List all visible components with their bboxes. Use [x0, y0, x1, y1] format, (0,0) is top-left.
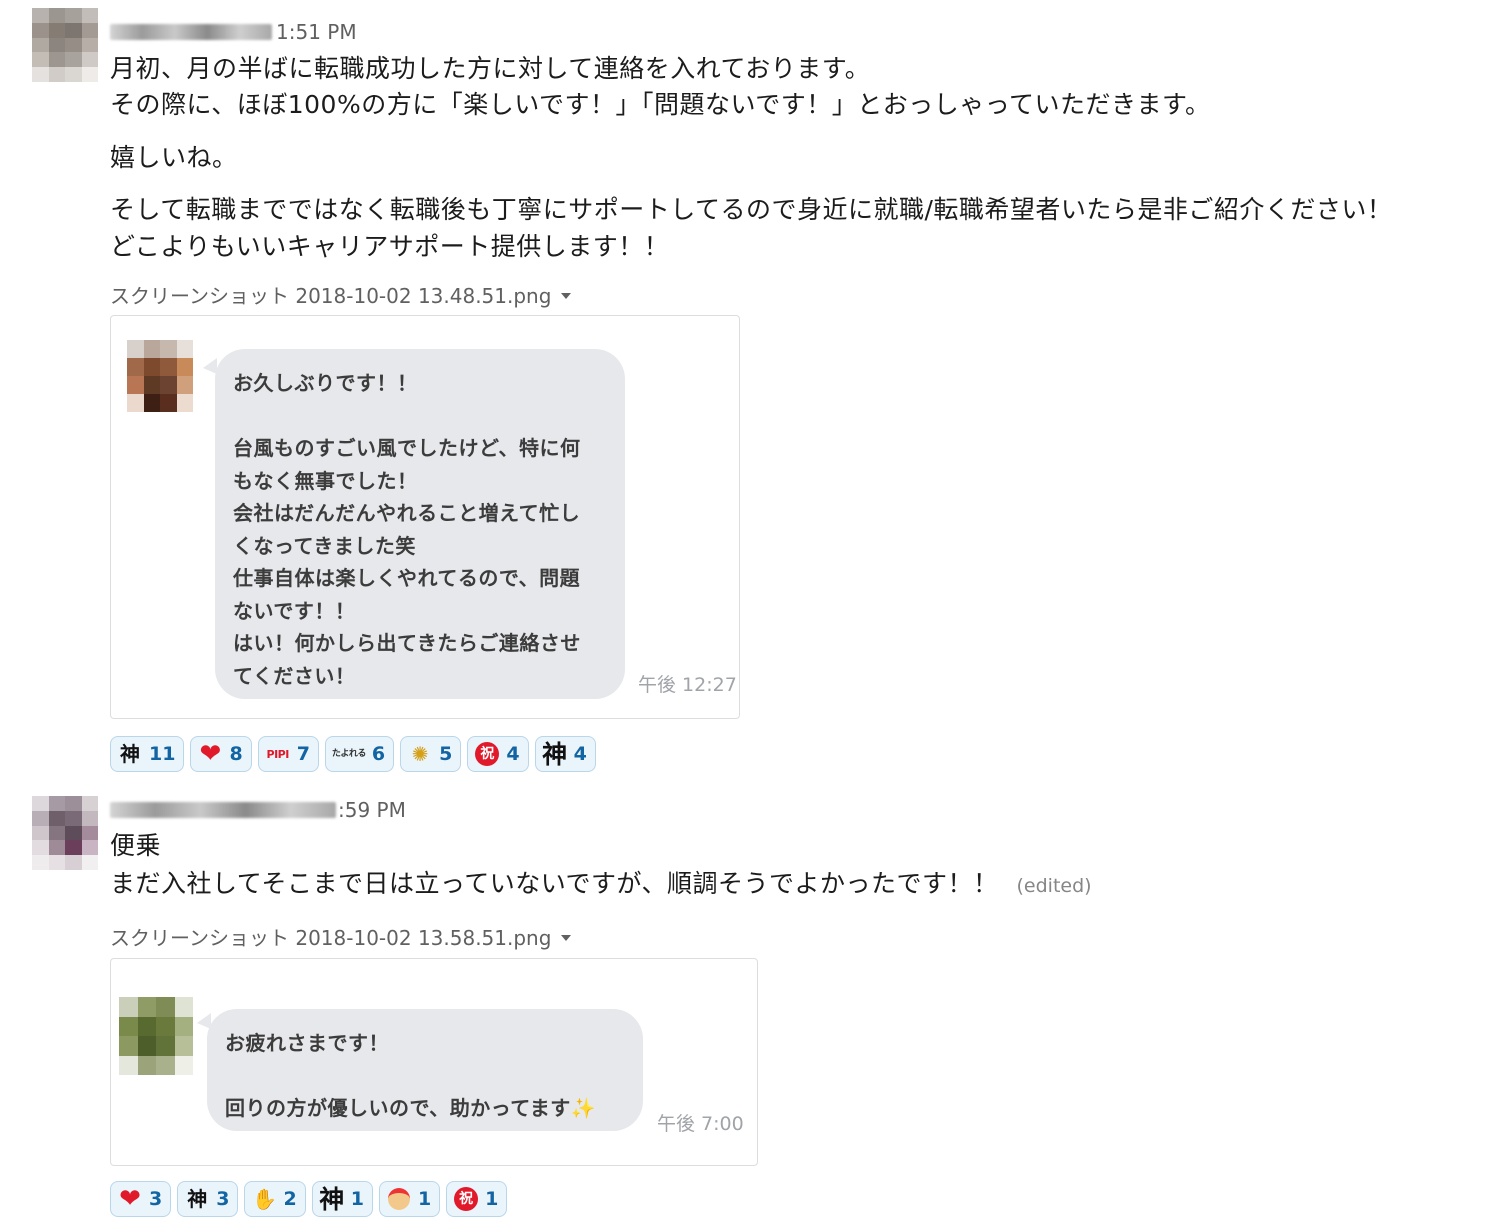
reaction-tayoreru[interactable]: たよれる 6	[324, 736, 395, 772]
heart-icon: ❤	[117, 1186, 143, 1212]
bubble-text-line: お久しぶりです！！	[233, 371, 418, 395]
message: :59 PM 便乗 まだ入社してそこまで日は立っていないですが、順調そうでよかっ…	[0, 790, 1492, 1226]
bubble-timestamp: 午後 12:27	[638, 674, 737, 696]
message-header: :59 PM	[110, 797, 406, 823]
reaction-count: 1	[417, 1188, 432, 1210]
sender-name[interactable]	[110, 802, 336, 818]
icon-glyph: ✋	[252, 1187, 277, 1211]
kami-text-icon: 神	[117, 741, 143, 767]
message-text-line: どこよりもいいキャリアサポート提供します！！	[110, 232, 670, 261]
reaction-pipi[interactable]: PIPI 7	[257, 736, 319, 772]
reaction-iwai[interactable]: 祝 1	[446, 1181, 508, 1217]
reaction-iwai[interactable]: 祝 4	[467, 736, 529, 772]
icon-glyph: 神	[542, 739, 568, 769]
heart-icon: ❤	[197, 741, 223, 767]
bubble-text-line: 回りの方が優しいので、助かってます✨	[225, 1096, 597, 1120]
reaction-count: 1	[485, 1188, 499, 1210]
avatar[interactable]	[32, 796, 98, 870]
avatar	[119, 997, 193, 1075]
chevron-down-icon[interactable]	[561, 934, 572, 941]
icon-glyph: たよれる	[331, 748, 367, 759]
reaction-heart[interactable]: ❤ 8	[190, 736, 252, 772]
reaction-count: 4	[573, 743, 587, 765]
kami-big-icon: 神	[319, 1186, 345, 1212]
reaction-santa[interactable]: 1	[378, 1181, 441, 1217]
reaction-count: 3	[149, 1188, 163, 1210]
reaction-kami-big[interactable]: 神 1	[311, 1181, 373, 1217]
reactions-bar: 神 11 ❤ 8 PIPI 7 たよれる 6 ✺ 5 祝 4 神 4	[110, 736, 596, 772]
icon-glyph: PIPI	[266, 747, 290, 761]
file-name[interactable]: スクリーンショット 2018-10-02 13.48.51.png	[110, 280, 551, 309]
reaction-count: 3	[216, 1188, 230, 1210]
bubble-text-line: くなってきました笑	[233, 534, 416, 558]
message-text-line: 嬉しいね。	[110, 143, 238, 172]
party-popper-icon: ✺	[407, 741, 433, 767]
bubble-text-line: てください！	[233, 664, 356, 688]
chat-bubble: お久しぶりです！！ 台風ものすごい風でしたけど、特に何 もなく無事でした！ 会社…	[215, 349, 625, 699]
reaction-count: 6	[371, 743, 386, 765]
reaction-count: 7	[296, 743, 310, 765]
reaction-party[interactable]: ✺ 5	[400, 736, 462, 772]
edited-label: (edited)	[1016, 875, 1092, 897]
avatar	[127, 340, 193, 412]
file-name[interactable]: スクリーンショット 2018-10-02 13.58.51.png	[110, 922, 551, 951]
icon-glyph: ❤	[119, 1184, 141, 1214]
kami-big-icon: 神	[542, 741, 568, 767]
reaction-count: 8	[229, 743, 243, 765]
reaction-count: 2	[283, 1188, 297, 1210]
reaction-count: 11	[149, 743, 176, 765]
icon-glyph: ❤	[199, 739, 222, 769]
message-text-line: その際に、ほぼ100%の方に「楽しいです！」「問題ないです！」とおっしゃっていた…	[110, 90, 1211, 119]
message-text-line: まだ入社してそこまで日は立っていないですが、順調そうでよかったです！！ (edit…	[110, 866, 1092, 904]
icon-glyph: 神	[187, 1187, 208, 1211]
bubble-text-line: 台風ものすごい風でしたけど、特に何	[233, 436, 581, 460]
icon-glyph: ✺	[411, 742, 429, 766]
reaction-clap[interactable]: ✋ 2	[244, 1181, 306, 1217]
reaction-kami[interactable]: 神 3	[177, 1181, 239, 1217]
icon-glyph: 神	[319, 1184, 345, 1214]
reaction-count: 1	[350, 1188, 364, 1210]
message: 1:51 PM 月初、月の半ばに転職成功した方に対して連絡を入れております。 そ…	[0, 0, 1492, 790]
clapping-hands-icon: ✋	[251, 1186, 277, 1212]
icon-glyph: 神	[120, 742, 140, 766]
bubble-text-line: 会社はだんだんやれること増えて忙し	[233, 501, 581, 525]
message-text-line: そして転職までではなく転職後も丁寧にサポートしてるので身近に就職/転職希望者いた…	[110, 195, 1393, 224]
message-timestamp[interactable]: :59 PM	[338, 798, 406, 822]
iwai-badge-icon: 祝	[453, 1186, 479, 1212]
icon-glyph: 祝	[475, 742, 500, 766]
bubble-text-line: ないです！！	[233, 599, 356, 623]
image-preview[interactable]: お疲れさまです！ 回りの方が優しいので、助かってます✨ 午後 7:00	[110, 958, 758, 1166]
reaction-count: 5	[439, 743, 453, 765]
message-text-line: 便乗	[110, 831, 162, 860]
image-preview[interactable]: お久しぶりです！！ 台風ものすごい風でしたけど、特に何 もなく無事でした！ 会社…	[110, 315, 740, 719]
chevron-down-icon[interactable]	[561, 292, 572, 299]
pipi-stamp-icon: PIPI	[265, 741, 291, 767]
reaction-kami[interactable]: 神 11	[110, 736, 185, 772]
file-attachment-label[interactable]: スクリーンショット 2018-10-02 13.58.51.png	[110, 922, 572, 951]
bubble-text-line: お疲れさまです！	[225, 1031, 389, 1055]
file-attachment-label[interactable]: スクリーンショット 2018-10-02 13.48.51.png	[110, 280, 572, 309]
message-timestamp[interactable]: 1:51 PM	[276, 20, 357, 44]
bubble-text-line: はい！何かしら出てきたらご連絡させ	[233, 631, 581, 655]
message-text-line: 月初、月の半ばに転職成功した方に対して連絡を入れております。	[110, 54, 871, 83]
reaction-kami-big[interactable]: 神 4	[534, 736, 596, 772]
sender-name[interactable]	[110, 24, 272, 40]
bubble-text-line: 仕事自体は楽しくやれてるので、問題	[233, 566, 581, 590]
message-header: 1:51 PM	[110, 19, 357, 45]
icon-glyph	[387, 1188, 410, 1210]
kami-text-icon: 神	[184, 1186, 210, 1212]
icon-glyph: 祝	[454, 1187, 479, 1211]
iwai-badge-icon: 祝	[474, 741, 500, 767]
tayoreru-stamp-icon: たよれる	[331, 741, 367, 767]
chat-bubble: お疲れさまです！ 回りの方が優しいので、助かってます✨	[207, 1009, 643, 1131]
message-text: まだ入社してそこまで日は立っていないですが、順調そうでよかったです！！	[110, 869, 999, 898]
reactions-bar: ❤ 3 神 3 ✋ 2 神 1 1 祝 1	[110, 1181, 508, 1217]
avatar[interactable]	[32, 8, 98, 82]
bubble-timestamp: 午後 7:00	[657, 1113, 744, 1135]
santa-icon	[386, 1186, 412, 1212]
bubble-text-line: もなく無事でした！	[233, 469, 418, 493]
reaction-heart[interactable]: ❤ 3	[110, 1181, 172, 1217]
reaction-count: 4	[506, 743, 520, 765]
